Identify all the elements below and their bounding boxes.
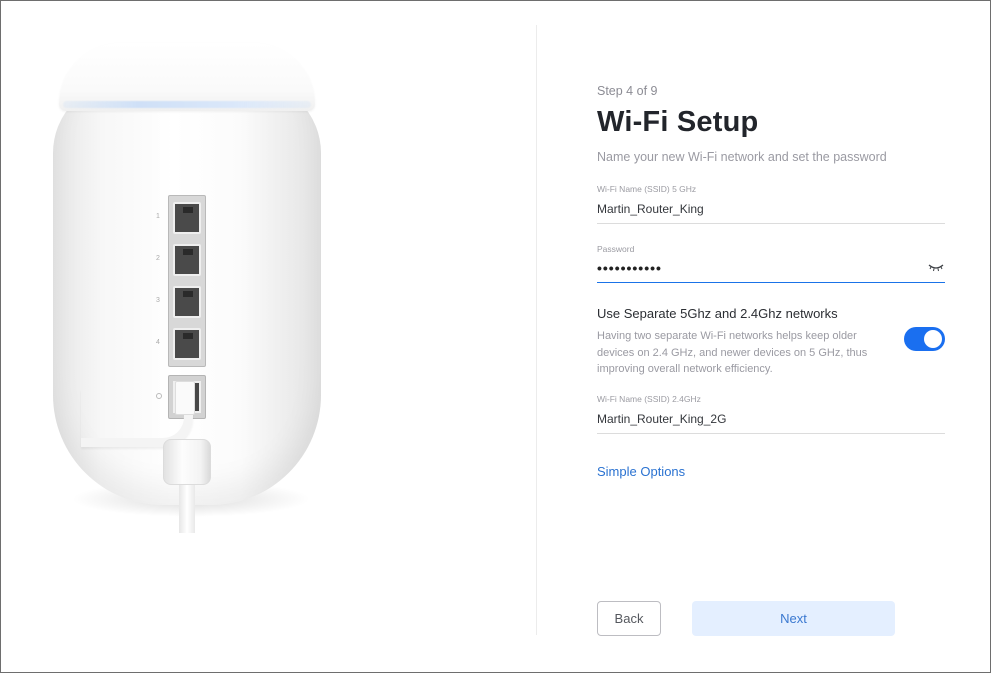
- lan-port-3: [173, 286, 201, 318]
- next-button[interactable]: Next: [692, 601, 895, 636]
- port-number-label: 3: [156, 297, 160, 304]
- lan-port-panel: [168, 195, 206, 367]
- separate-networks-toggle[interactable]: [904, 327, 945, 351]
- port-number-label: 4: [156, 339, 160, 346]
- lan-port-4: [173, 328, 201, 360]
- port-number-label: 2: [156, 255, 160, 262]
- password-field[interactable]: Password •••••••••••: [597, 244, 945, 283]
- router-led-strip: [63, 101, 311, 108]
- lan-port-1: [173, 202, 201, 234]
- lan-port-2: [173, 244, 201, 276]
- step-indicator: Step 4 of 9: [597, 84, 658, 98]
- page-title: Wi-Fi Setup: [597, 106, 759, 138]
- ethernet-plug: [175, 381, 195, 415]
- device-illustration-pane: 1 2 3 4: [1, 1, 536, 672]
- ssid-5ghz-label: Wi-Fi Name (SSID) 5 GHz: [597, 184, 697, 194]
- eye-closed-icon[interactable]: [928, 262, 944, 272]
- password-label: Password: [597, 244, 635, 254]
- ssid-5ghz-value[interactable]: Martin_Router_King: [597, 202, 704, 216]
- back-button[interactable]: Back: [597, 601, 661, 636]
- separate-networks-description: Having two separate Wi-Fi networks helps…: [597, 330, 868, 375]
- ssid-24ghz-field[interactable]: Wi-Fi Name (SSID) 2.4GHz Martin_Router_K…: [597, 394, 945, 434]
- simple-options-link[interactable]: Simple Options: [597, 464, 685, 479]
- password-value[interactable]: •••••••••••: [597, 260, 662, 276]
- page-subtitle: Name your new Wi-Fi network and set the …: [597, 150, 887, 164]
- power-cable-connector: [163, 439, 211, 485]
- toggle-knob: [924, 330, 942, 348]
- pane-divider: [536, 25, 537, 635]
- separate-networks-title: Use Separate 5Ghz and 2.4Ghz networks: [597, 306, 838, 321]
- ssid-24ghz-value[interactable]: Martin_Router_King_2G: [597, 412, 726, 426]
- port-number-label: 1: [156, 213, 160, 220]
- ssid-5ghz-field[interactable]: Wi-Fi Name (SSID) 5 GHz Martin_Router_Ki…: [597, 184, 945, 224]
- ssid-24ghz-label: Wi-Fi Name (SSID) 2.4GHz: [597, 394, 701, 404]
